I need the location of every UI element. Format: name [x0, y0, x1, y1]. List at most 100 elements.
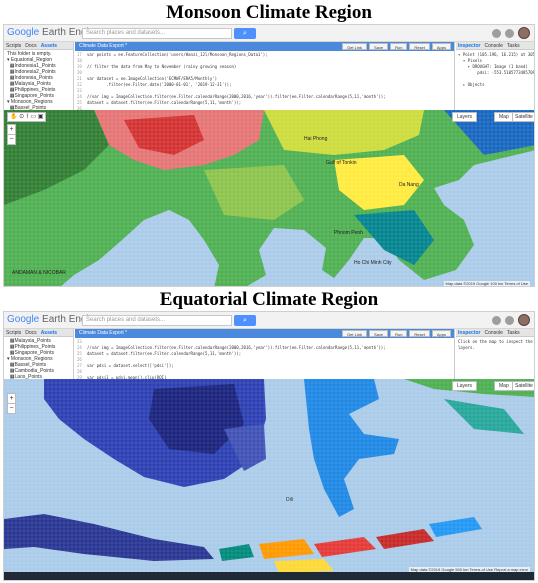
map-place-label: Da Nang [399, 182, 419, 188]
code-text: //var img = ImageCollection.filter(ee.Fi… [87, 94, 386, 99]
assets-panel: Scripts Docs Assets ▦Malaysia_Points ▦Phil… [4, 329, 74, 381]
code-editor: Climate Data Export * Get Link Save Run … [75, 42, 455, 129]
search-icon: ⌕ [243, 317, 247, 324]
code-text: //var img = ImageCollection.filter(ee.Fi… [87, 345, 386, 350]
zoom-out-button[interactable]: − [7, 403, 16, 414]
map-place-label: Phnom Penh [334, 230, 363, 236]
satellite-button[interactable]: Satellite [512, 112, 534, 122]
logo-word-google: Google [7, 27, 40, 38]
search-input[interactable]: Search places and datasets... [82, 315, 232, 326]
editor-panels: Scripts Docs Assets This folder is empty. ▾… [4, 42, 535, 129]
layers-button[interactable]: Layers [452, 112, 478, 122]
map-place-label: Gulf of Tonkin [326, 160, 357, 166]
map-button[interactable]: Map [494, 112, 514, 122]
tab-assets[interactable]: Assets [39, 42, 59, 50]
inspector-line: layers. [458, 345, 475, 350]
notifications-icon[interactable] [505, 315, 514, 325]
map-label-dili: Dili [286, 497, 293, 503]
map-attribution: Map data ©2019 Google 100 km Terms of Us… [443, 281, 530, 286]
map-place-label: Hai Phong [304, 136, 328, 142]
logo-word-google: Google [7, 314, 40, 325]
run-button[interactable]: Run [390, 43, 408, 50]
notifications-icon[interactable] [505, 28, 514, 38]
screenshot-monsoon: Google Earth Engine Search places and da… [3, 24, 535, 287]
script-title: Climate Data Export * [79, 330, 128, 336]
map-place-label: Ho Chi Minh City [354, 260, 392, 266]
code-text: dataset = dataset.filter(ee.Filter.calen… [87, 351, 242, 356]
avatar[interactable] [518, 27, 530, 39]
layers-button[interactable]: Layers [452, 381, 478, 391]
map-view-monsoon[interactable]: ✋ ⊙ ⌇ ▭ ▣ + − Layers Map Satellite Map d… [4, 110, 534, 287]
search-input[interactable]: Search places and datasets... [82, 28, 232, 39]
get-link-button[interactable]: Get Link [342, 43, 367, 50]
reset-button[interactable]: Reset [409, 330, 430, 337]
asset-list: This folder is empty. ▾ Equatorial_Region… [4, 50, 73, 112]
run-button[interactable]: Run [390, 330, 408, 337]
tab-docs[interactable]: Docs [23, 42, 38, 50]
asset-list: ▦Malaysia_Points ▦Philippines_Points ▦Si… [4, 337, 73, 381]
tab-scripts[interactable]: Scripts [4, 329, 23, 337]
tab-inspector[interactable]: Inspector [456, 329, 483, 337]
right-tabbar: Inspector Console Tasks [456, 42, 534, 50]
map-place-label: ANDAMAN & NICOBAR [12, 270, 66, 276]
drawing-tools[interactable]: ✋ ⊙ ⌇ ▭ ▣ [7, 112, 47, 122]
code-toolbar: Get Link Save Run Reset Apps [342, 330, 451, 337]
avatar[interactable] [518, 314, 530, 326]
map-canvas[interactable] [4, 379, 534, 574]
inspector-output: Click on the map to inspect the layers. [456, 337, 534, 353]
tab-inspector[interactable]: Inspector [456, 42, 483, 50]
code-editor: Climate Data Export * Get Link Save Run … [75, 329, 455, 382]
save-button[interactable]: Save [368, 43, 389, 50]
tab-assets[interactable]: Assets [39, 329, 59, 337]
left-tabbar: Scripts Docs Assets [4, 329, 73, 337]
code-text: var dataset = ee.ImageCollection('ECMWF/… [87, 76, 218, 81]
apps-button[interactable]: Apps [431, 43, 451, 50]
inspector-line: pdsi: -553.5105773485709 [458, 70, 535, 75]
search-button[interactable]: ⌕ [234, 315, 256, 326]
help-icon[interactable] [492, 315, 501, 325]
code-text: dataset = dataset.filter(ee.Filter.calen… [87, 100, 242, 105]
left-tabbar: Scripts Docs Assets [4, 42, 73, 50]
map-canvas[interactable] [4, 110, 534, 287]
script-title: Climate Data Export * [79, 43, 128, 49]
code-editor-header: Climate Data Export * Get Link Save Run … [75, 329, 454, 338]
code-text: .filter(ee.Filter.date('2000-01-01', '20… [87, 82, 232, 87]
zoom-out-button[interactable]: − [7, 134, 16, 145]
code-text: var points = ee.FeatureCollection('users… [87, 52, 268, 57]
get-link-button[interactable]: Get Link [342, 330, 367, 337]
code-text: // filter the data from May to November … [87, 64, 237, 69]
map-view-equatorial[interactable]: + − Layers Map Satellite Dili Map data ©… [4, 379, 534, 574]
tab-docs[interactable]: Docs [23, 329, 38, 337]
screenshot-equatorial: Google Earth Engine Search places and da… [3, 311, 535, 581]
tab-tasks[interactable]: Tasks [505, 42, 522, 50]
header-icons [492, 27, 530, 39]
os-taskbar [4, 572, 534, 580]
tab-console[interactable]: Console [483, 329, 505, 337]
apps-button[interactable]: Apps [431, 330, 451, 337]
app-header: Google Earth Engine Search places and da… [4, 25, 534, 42]
pixel-grid [4, 379, 534, 574]
tab-tasks[interactable]: Tasks [505, 329, 522, 337]
inspector-line: ▸ Objects [458, 82, 485, 87]
map-button[interactable]: Map [494, 381, 514, 391]
code-area[interactable]: 23 24//var img = ImageCollection.filter(e… [75, 338, 454, 382]
code-editor-header: Climate Data Export * Get Link Save Run … [75, 42, 454, 51]
assets-panel: Scripts Docs Assets This folder is empty. ▾… [4, 42, 74, 112]
figure-title-monsoon: Monsoon Climate Region [166, 2, 372, 23]
right-tabbar: Inspector Console Tasks [456, 329, 534, 337]
figure: Monsoon Climate Region Google Earth Engi… [0, 0, 538, 583]
app-header: Google Earth Engine Search places and da… [4, 312, 534, 329]
search-button[interactable]: ⌕ [234, 28, 256, 39]
inspector-panel: Inspector Console Tasks ▾ Point (105.196, … [456, 42, 535, 110]
figure-title-equatorial: Equatorial Climate Region [159, 289, 379, 310]
satellite-button[interactable]: Satellite [512, 381, 534, 391]
editor-panels: Scripts Docs Assets ▦Malaysia_Points ▦Phil… [4, 329, 534, 382]
inspector-panel: Inspector Console Tasks Click on the map t… [456, 329, 534, 379]
search-icon: ⌕ [243, 30, 247, 37]
tab-console[interactable]: Console [483, 42, 505, 50]
code-toolbar: Get Link Save Run Reset Apps [342, 43, 451, 50]
help-icon[interactable] [492, 28, 501, 38]
reset-button[interactable]: Reset [409, 43, 430, 50]
save-button[interactable]: Save [368, 330, 389, 337]
tab-scripts[interactable]: Scripts [4, 42, 23, 50]
